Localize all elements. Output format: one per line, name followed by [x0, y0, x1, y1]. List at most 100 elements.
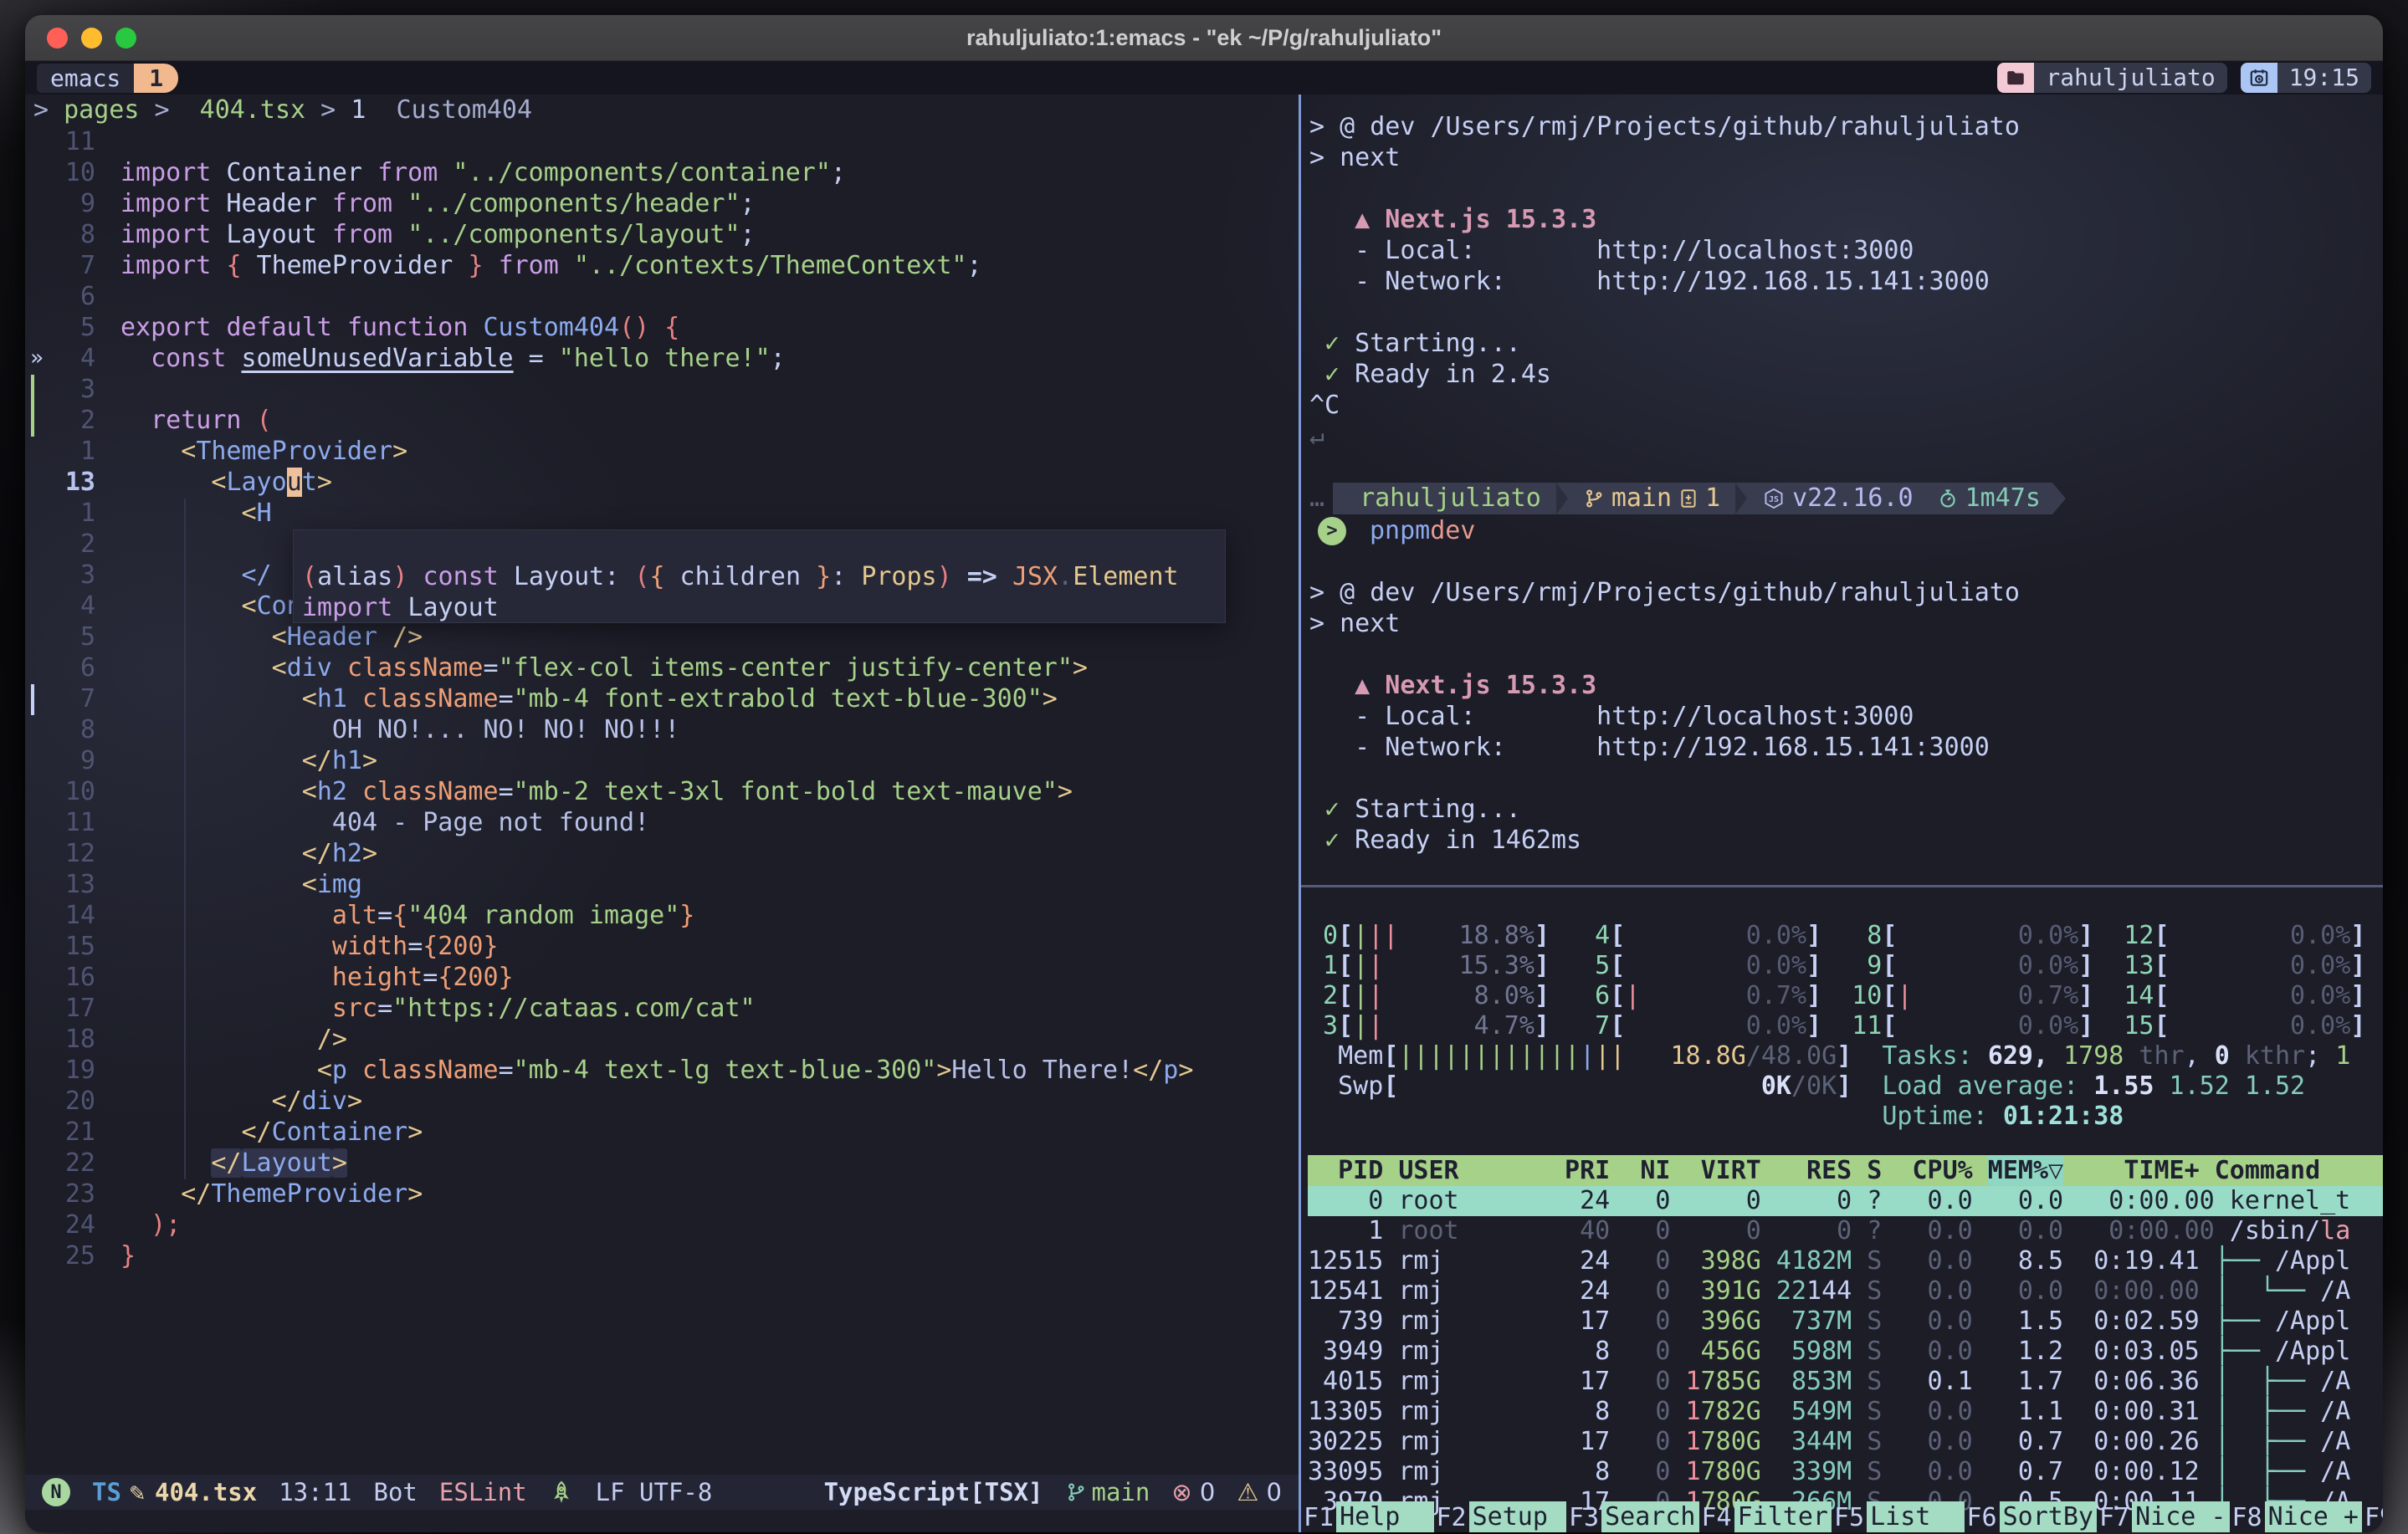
- warning-icon: ⚠: [1237, 1478, 1258, 1506]
- code-line[interactable]: 14 alt={"404 random image"}: [25, 900, 1299, 931]
- process-row[interactable]: 12515 rmj 24 0 398G 4182M S 0.0 8.5 0:19…: [1308, 1246, 2383, 1276]
- process-row[interactable]: 3949 rmj 8 0 456G 598M S 0.0 1.2 0:03.05…: [1308, 1337, 2383, 1367]
- fkey-button-f5[interactable]: F5List: [1832, 1501, 1965, 1532]
- process-table[interactable]: 0 root 24 0 0 0 ? 0.0 0.0 0:00.00 kernel…: [1308, 1186, 2383, 1517]
- fkey-button-f9[interactable]: F9K: [2362, 1501, 2383, 1532]
- error-count[interactable]: ⊗ 0: [1171, 1478, 1215, 1506]
- warning-count[interactable]: ⚠ 0: [1237, 1478, 1282, 1506]
- shell-output-block-2: > @ dev /Users/rmj/Projects/github/rahul…: [1309, 546, 2383, 856]
- sort-column-mem[interactable]: MEM%▽: [1988, 1156, 2063, 1185]
- shell-pane[interactable]: > @ dev /Users/rmj/Projects/github/rahul…: [1301, 95, 2383, 885]
- code-line[interactable]: 7import { ThemeProvider } from "../conte…: [25, 250, 1299, 281]
- fringe: [25, 250, 49, 281]
- code-line[interactable]: »4 const someUnusedVariable = "hello the…: [25, 343, 1299, 374]
- code-line[interactable]: 5 <Header />: [25, 621, 1299, 652]
- code-line[interactable]: 5export default function Custom404() {: [25, 312, 1299, 343]
- code-line[interactable]: 19 <p className="mb-4 text-lg text-blue-…: [25, 1055, 1299, 1086]
- code-line[interactable]: 13 <img: [25, 869, 1299, 900]
- changed-files-icon: [1678, 488, 1698, 509]
- htop-pane[interactable]: 0[||| 18.8%] 4[ 0.0%] 8[ 0.0%] 12[ 0.0%]…: [1301, 887, 2383, 1532]
- tmux-window-name: emacs: [37, 64, 134, 93]
- code-line[interactable]: 23 </ThemeProvider>: [25, 1179, 1299, 1209]
- code-text: </h1>: [110, 745, 377, 776]
- buffer-name[interactable]: 404.tsx: [155, 1478, 257, 1506]
- fkey-label: F8: [2230, 1503, 2265, 1532]
- code-text: </h2>: [110, 838, 377, 869]
- code-line[interactable]: 9 </h1>: [25, 745, 1299, 776]
- fkey-button-f3[interactable]: F3Search: [1566, 1501, 1699, 1532]
- code-text: <h1 className="mb-4 font-extrabold text-…: [110, 683, 1058, 714]
- code-area[interactable]: 1110import Container from "../components…: [25, 126, 1299, 1271]
- code-line[interactable]: 13 <Layout>: [25, 467, 1299, 498]
- code-line[interactable]: 18 />: [25, 1024, 1299, 1055]
- code-text: </Layout>: [110, 1148, 347, 1179]
- code-line[interactable]: 10 <h2 className="mb-2 text-3xl font-bol…: [25, 776, 1299, 807]
- code-line[interactable]: 12 </h2>: [25, 838, 1299, 869]
- fkey-label: F6: [1965, 1503, 2000, 1532]
- process-row[interactable]: 739 rmj 17 0 396G 737M S 0.0 1.5 0:02.59…: [1308, 1306, 2383, 1337]
- code-line[interactable]: 6 <div className="flex-col items-center …: [25, 652, 1299, 683]
- fkey-button-f8[interactable]: F8Nice +: [2230, 1501, 2363, 1532]
- code-line[interactable]: 1 <H: [25, 498, 1299, 529]
- code-line[interactable]: 9import Header from "../components/heade…: [25, 188, 1299, 219]
- fringe: [25, 962, 49, 993]
- vc-branch[interactable]: main: [1065, 1478, 1150, 1506]
- fkey-button-f7[interactable]: F7Nice -: [2097, 1501, 2230, 1532]
- line-number: 1: [49, 498, 110, 529]
- window-titlebar[interactable]: rahuljuliato:1:emacs - "ek ~/P/g/rahulju…: [25, 15, 2383, 61]
- fkey-label: F4: [1699, 1503, 1734, 1532]
- code-text: import Container from "../components/con…: [110, 157, 846, 188]
- shell-command-line[interactable]: > pnpm dev: [1309, 515, 2383, 546]
- fkey-button-f4[interactable]: F4Filter: [1699, 1501, 1832, 1532]
- tmux-window-tab[interactable]: emacs 1: [37, 64, 178, 93]
- code-line[interactable]: 24 );: [25, 1209, 1299, 1240]
- code-line[interactable]: 21 </Container>: [25, 1117, 1299, 1148]
- code-line[interactable]: 22 </Layout>: [25, 1148, 1299, 1179]
- process-row[interactable]: 33095 rmj 8 0 1780G 339M S 0.0 0.7 0:00.…: [1308, 1457, 2383, 1487]
- emacs-pane[interactable]: > pages > 404.tsx > 1 Custom404 1110impo…: [25, 95, 1299, 1532]
- code-line[interactable]: 7 <h1 className="mb-4 font-extrabold tex…: [25, 683, 1299, 714]
- code-text: import Layout from "../components/layout…: [110, 219, 756, 250]
- code-line[interactable]: 11: [25, 126, 1299, 157]
- process-row-selected[interactable]: 0 root 24 0 0 0 ? 0.0 0.0 0:00.00 kernel…: [1308, 1186, 2383, 1216]
- major-mode[interactable]: TypeScript[TSX]: [824, 1478, 1043, 1506]
- code-line[interactable]: 20 </div>: [25, 1086, 1299, 1117]
- fkey-menu-bar: F1Help F2Setup F3SearchF4FilterF5List F6…: [1301, 1501, 2383, 1532]
- code-line[interactable]: 15 width={200}: [25, 931, 1299, 962]
- fkey-button-f2[interactable]: F2Setup: [1434, 1501, 1567, 1532]
- terminal-output-line: ✓ Starting...: [1309, 328, 2383, 359]
- process-table-header[interactable]: PID USER PRI NI VIRT RES S CPU% MEM%▽ TI…: [1308, 1155, 2383, 1186]
- code-line[interactable]: 6: [25, 281, 1299, 312]
- fkey-button-f1[interactable]: F1Help: [1301, 1501, 1434, 1532]
- code-text: 404 - Page not found!: [110, 807, 649, 838]
- process-row[interactable]: 1 root 40 0 0 0 ? 0.0 0.0 0:00.00 /sbin/…: [1308, 1216, 2383, 1246]
- code-line[interactable]: 3: [25, 374, 1299, 405]
- fringe: [25, 188, 49, 219]
- code-line[interactable]: 25}: [25, 1240, 1299, 1271]
- terminal-output-line: [1309, 297, 2383, 328]
- line-number: 1: [49, 436, 110, 467]
- code-line[interactable]: 8import Layout from "../components/layou…: [25, 219, 1299, 250]
- code-text: const someUnusedVariable = "hello there!…: [110, 343, 786, 374]
- code-line[interactable]: 17 src="https://cataas.com/cat": [25, 993, 1299, 1024]
- line-number: 3: [49, 374, 110, 405]
- process-row[interactable]: 13305 rmj 8 0 1782G 549M S 0.0 1.1 0:00.…: [1308, 1397, 2383, 1427]
- code-text: <ThemeProvider>: [110, 436, 407, 467]
- code-text: </ThemeProvider>: [110, 1179, 423, 1209]
- fkey-button-f6[interactable]: F6SortBy: [1965, 1501, 2098, 1532]
- code-line[interactable]: 8 OH NO!... NO! NO! NO!!!: [25, 714, 1299, 745]
- process-row[interactable]: 4015 rmj 17 0 1785G 853M S 0.1 1.7 0:06.…: [1308, 1367, 2383, 1397]
- prompt-node-version: JS v22.16.0: [1750, 483, 1925, 514]
- code-line[interactable]: 2 return (: [25, 405, 1299, 436]
- line-number: 5: [49, 312, 110, 343]
- code-line[interactable]: 11 404 - Page not found!: [25, 807, 1299, 838]
- code-line[interactable]: 16 height={200}: [25, 962, 1299, 993]
- process-row[interactable]: 12541 rmj 24 0 391G 22144 S 0.0 0.0 0:00…: [1308, 1276, 2383, 1306]
- linter-name[interactable]: ESLint: [439, 1478, 527, 1506]
- process-row[interactable]: 30225 rmj 17 0 1780G 344M S 0.0 0.7 0:00…: [1308, 1427, 2383, 1457]
- line-number: 10: [49, 776, 110, 807]
- terminal-output-line: ↵: [1309, 421, 2383, 452]
- code-line[interactable]: 10import Container from "../components/c…: [25, 157, 1299, 188]
- code-line[interactable]: 1 <ThemeProvider>: [25, 436, 1299, 467]
- eldoc-popup: (alias) const Layout: ({ children }: Pro…: [293, 529, 1226, 623]
